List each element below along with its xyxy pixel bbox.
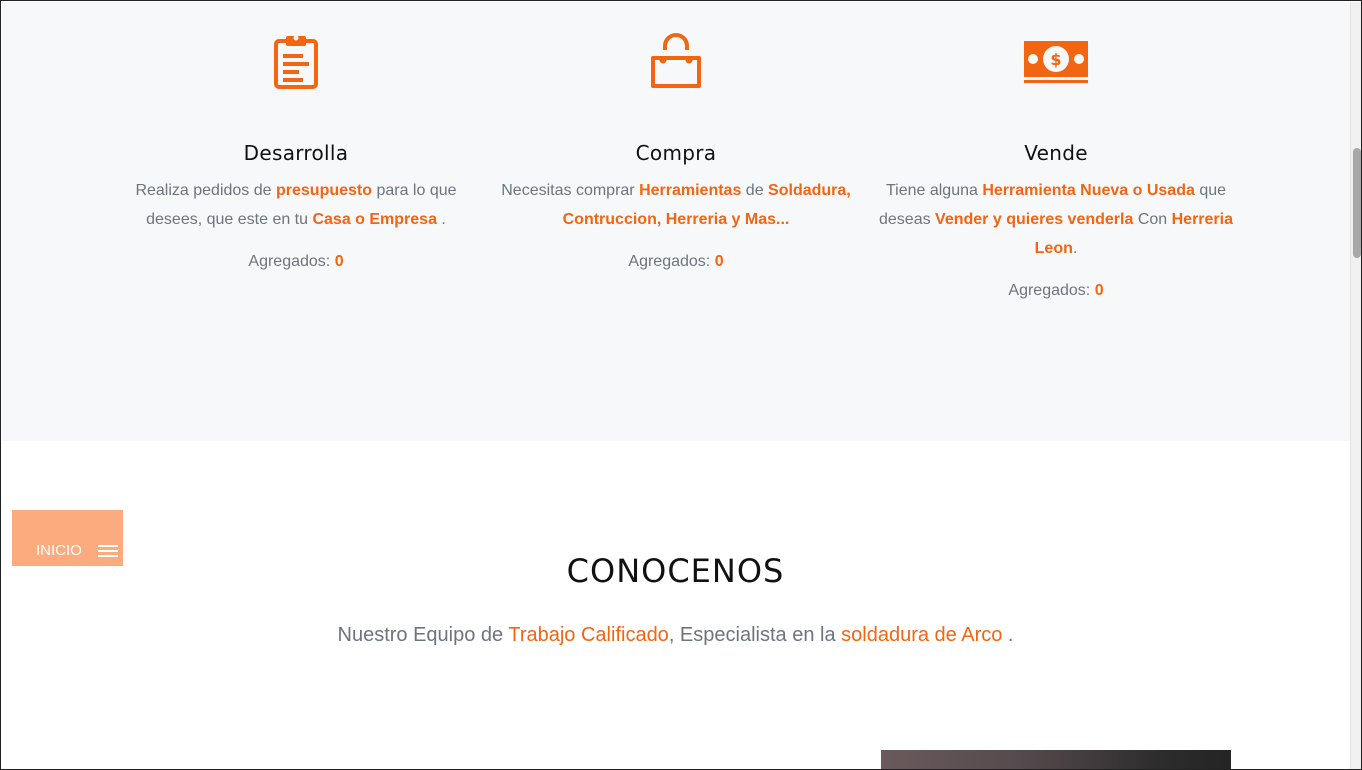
shopping-bag-icon	[647, 32, 705, 95]
highlight-text: Herramienta Nueva o Usada	[982, 182, 1195, 199]
clipboard-icon	[273, 32, 319, 95]
count-value: 0	[1094, 282, 1104, 299]
count-label: Agregados:	[1008, 282, 1091, 299]
highlight-text: soldadura de Arco	[841, 624, 1003, 646]
service-description: Realiza pedidos de presupuesto para lo q…	[116, 176, 476, 234]
about-description: Nuestro Equipo de Trabajo Calificado, Es…	[1, 624, 1350, 647]
highlight-text: Herramientas	[639, 182, 742, 199]
highlight-text: presupuesto	[276, 182, 373, 199]
count-value: 0	[714, 253, 724, 270]
service-count: Agregados: 0	[876, 282, 1236, 300]
text-run: Realiza pedidos de	[135, 182, 276, 199]
service-title: Vende	[1024, 141, 1088, 165]
team-photo	[881, 750, 1231, 769]
count-label: Agregados:	[248, 253, 331, 270]
highlight-text: Trabajo Calificado	[508, 624, 669, 646]
text-run: de	[741, 182, 769, 199]
service-description: Tiene alguna Herramienta Nueva o Usada q…	[876, 176, 1236, 263]
about-title: CONOCENOS	[566, 552, 785, 590]
service-description: Necesitas comprar Herramientas de Soldad…	[496, 176, 856, 234]
text-run: , Especialista en la	[668, 624, 842, 646]
money-bill-icon: $	[1023, 32, 1089, 95]
service-count: Agregados: 0	[496, 253, 856, 271]
service-title: Desarrolla	[243, 141, 349, 165]
text-run: .	[1002, 624, 1014, 646]
service-count: Agregados: 0	[116, 253, 476, 271]
count-label: Agregados:	[628, 253, 711, 270]
text-run: Con	[1133, 211, 1172, 228]
text-run: Necesitas comprar	[501, 182, 640, 199]
text-run: Nuestro Equipo de	[337, 624, 509, 646]
page-scrollbar[interactable]	[1350, 2, 1361, 769]
count-value: 0	[334, 253, 344, 270]
services-section: Desarrolla Realiza pedidos de presupuest…	[2, 2, 1350, 441]
service-title: Compra	[635, 141, 717, 165]
highlight-text: Casa o Empresa	[312, 211, 437, 228]
text-run: .	[1072, 240, 1078, 257]
text-run: Tiene alguna	[885, 182, 983, 199]
scrollbar-thumb[interactable]	[1353, 148, 1361, 258]
svg-text:$: $	[1050, 50, 1061, 69]
page: Desarrolla Realiza pedidos de presupuest…	[0, 0, 1362, 770]
highlight-text: Vender y quieres venderla	[935, 211, 1134, 228]
text-run: .	[436, 211, 446, 228]
